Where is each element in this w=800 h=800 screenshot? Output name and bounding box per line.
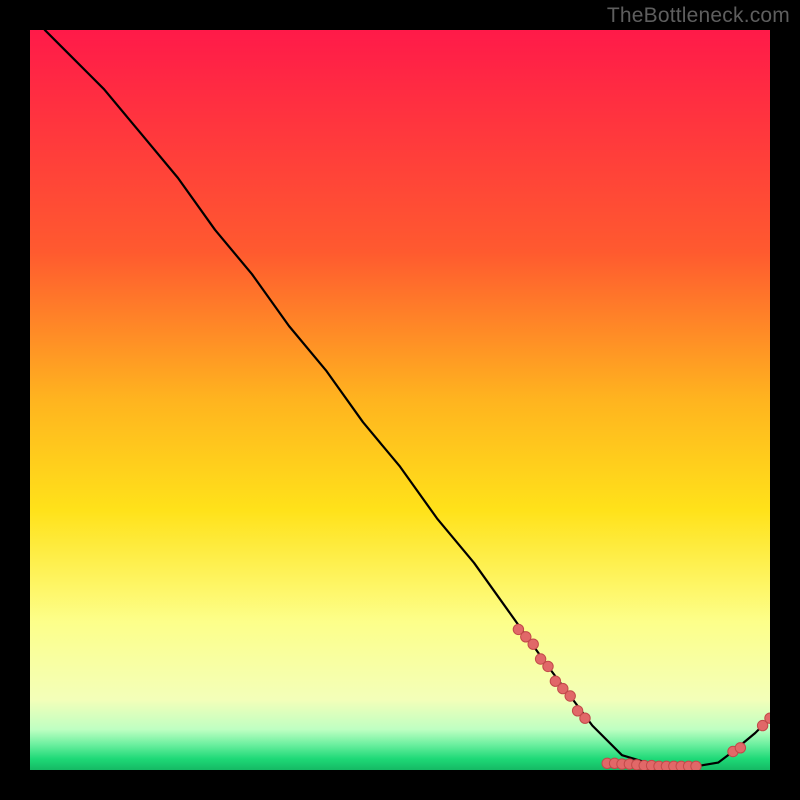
plot-area [30, 30, 770, 770]
data-point [565, 691, 575, 701]
chart-svg [30, 30, 770, 770]
chart-frame: TheBottleneck.com [0, 0, 800, 800]
data-point [691, 761, 701, 770]
gradient-bg [30, 30, 770, 770]
watermark-label: TheBottleneck.com [607, 4, 790, 28]
data-point [543, 661, 553, 671]
data-point [528, 639, 538, 649]
data-point [735, 743, 745, 753]
data-point [580, 713, 590, 723]
